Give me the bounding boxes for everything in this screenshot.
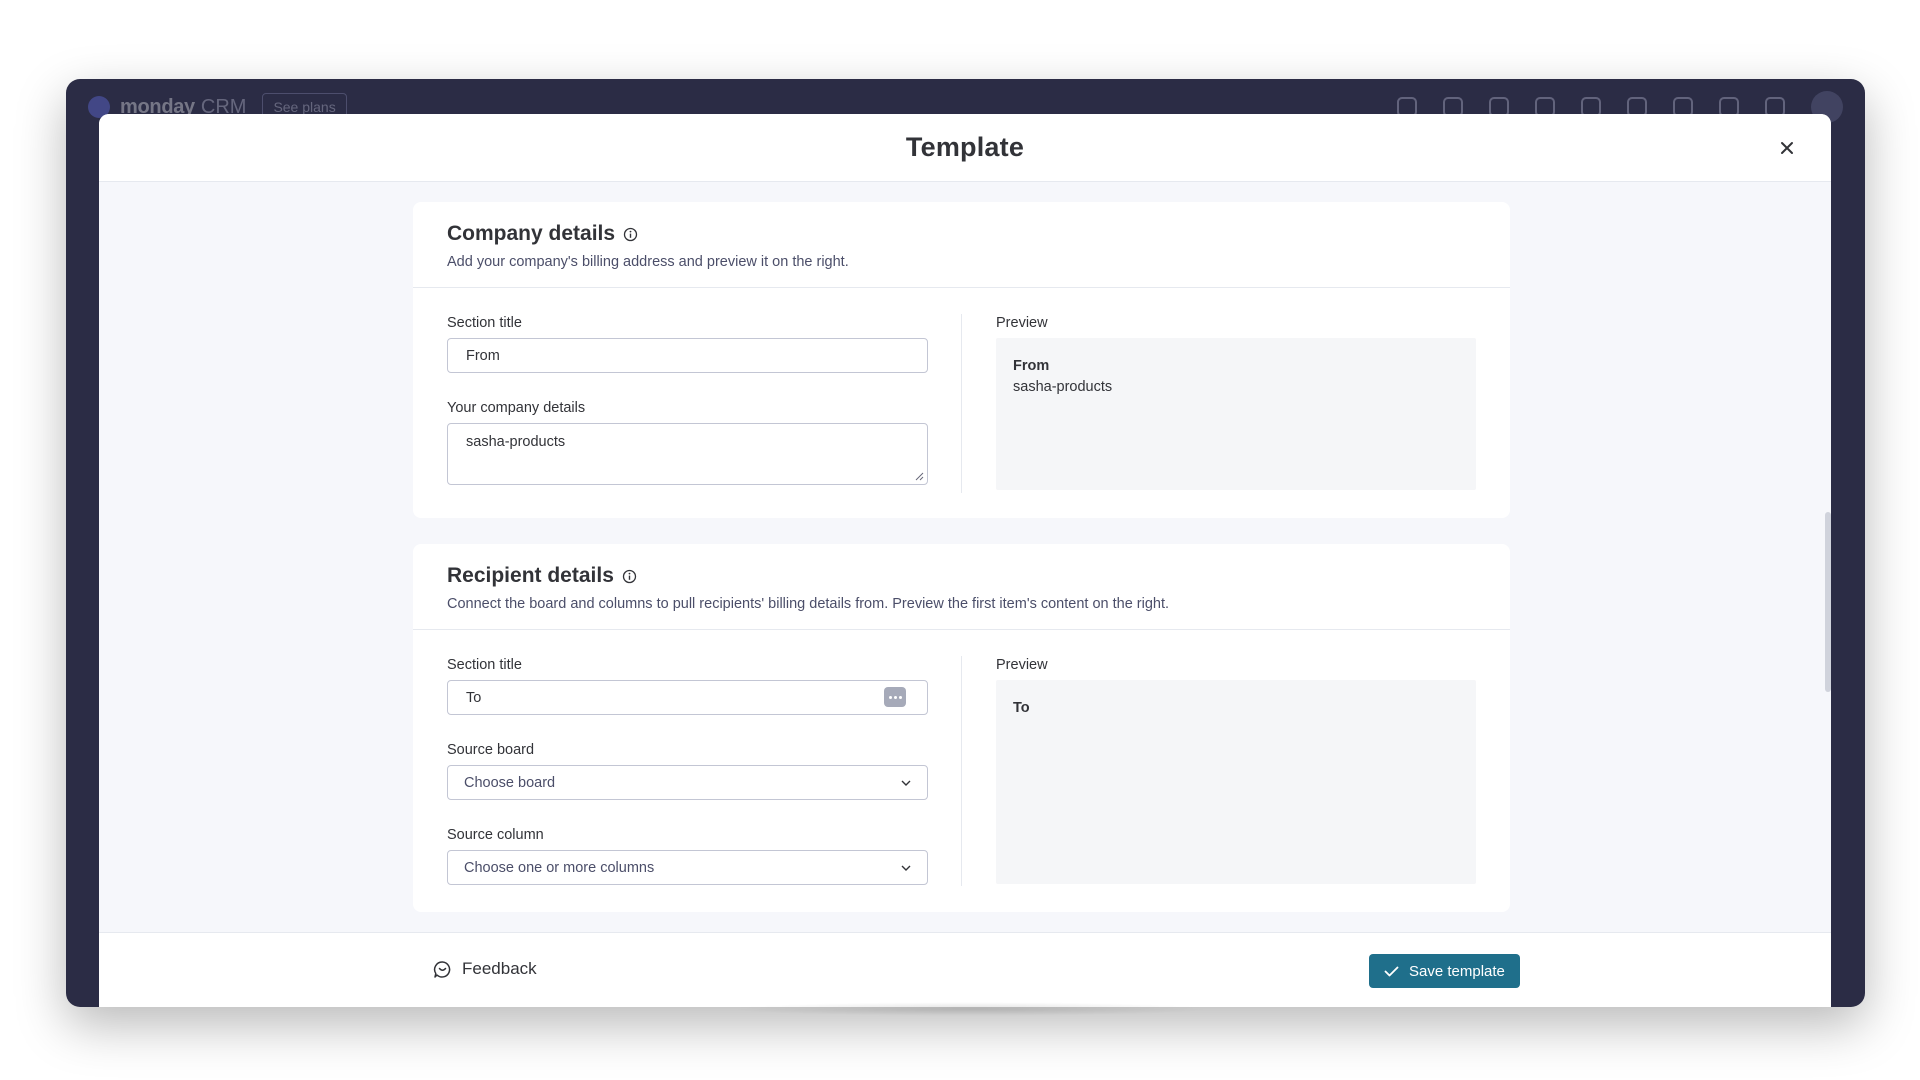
company-preview-heading: From — [1013, 358, 1050, 374]
modal-body[interactable]: Company details Add your company's billi… — [99, 182, 1831, 932]
recipient-section-title-wrapper: To — [447, 680, 928, 715]
recipient-details-title-row: Recipient details — [447, 564, 1476, 588]
modal-footer: Feedback Save template — [99, 932, 1831, 1007]
template-modal: Template Company details Add your compan… — [99, 114, 1831, 1007]
info-icon[interactable] — [622, 569, 637, 584]
feedback-icon — [433, 960, 451, 978]
company-details-textarea-value: sasha-products — [466, 434, 566, 450]
feedback-label: Feedback — [462, 959, 537, 978]
source-board-dropdown[interactable]: Choose board — [447, 765, 928, 800]
column-divider — [961, 656, 962, 886]
feedback-button[interactable]: Feedback — [433, 959, 537, 979]
more-options-button[interactable] — [884, 687, 906, 707]
section-title-label: Section title — [447, 315, 522, 331]
company-section-title-value: From — [466, 347, 500, 364]
company-details-title: Company details — [447, 222, 616, 245]
resize-handle-icon[interactable] — [915, 472, 924, 481]
company-details-subtitle: Add your company's billing address and p… — [447, 254, 849, 270]
recipient-preview-box: To — [996, 680, 1476, 884]
section-title-label: Section title — [447, 657, 522, 673]
recipient-details-subtitle: Connect the board and columns to pull re… — [447, 596, 1170, 612]
company-preview: Preview From sasha-products — [996, 315, 1476, 490]
check-icon — [1384, 966, 1399, 976]
dot-icon — [888, 695, 892, 699]
company-details-card: Company details Add your company's billi… — [413, 202, 1510, 518]
scrollbar-thumb[interactable] — [1825, 512, 1831, 692]
company-details-form: Section title From Your company details … — [447, 315, 928, 485]
preview-label: Preview — [996, 315, 1048, 331]
company-details-header: Company details Add your company's billi… — [413, 202, 1510, 288]
scrollbar[interactable] — [1825, 182, 1831, 932]
recipient-preview: Preview To — [996, 657, 1476, 884]
chevron-down-icon — [901, 865, 911, 871]
recipient-section-title-input[interactable]: To — [447, 680, 928, 715]
recipient-details-body: Section title To Source board Choose boa… — [413, 630, 1510, 912]
source-board-label: Source board — [447, 742, 535, 758]
recipient-details-card: Recipient details Connect the board and … — [413, 544, 1510, 912]
company-preview-line: sasha-products — [1013, 379, 1113, 395]
company-details-textarea[interactable]: sasha-products — [447, 423, 928, 485]
modal-title: Template — [905, 132, 1025, 162]
dot-icon — [898, 695, 902, 699]
modal-header: Template — [99, 114, 1831, 182]
company-preview-box: From sasha-products — [996, 338, 1476, 490]
close-icon — [1781, 142, 1793, 154]
company-details-field-label: Your company details — [447, 400, 586, 416]
save-template-label: Save template — [1409, 962, 1505, 980]
recipient-details-title: Recipient details — [447, 564, 614, 587]
info-icon[interactable] — [623, 227, 638, 242]
save-template-button[interactable]: Save template — [1369, 954, 1520, 988]
company-details-title-row: Company details — [447, 222, 1476, 246]
source-column-placeholder: Choose one or more columns — [464, 859, 655, 876]
see-plans-label: See plans — [273, 99, 336, 115]
chevron-down-icon — [901, 780, 911, 786]
company-details-body: Section title From Your company details … — [413, 288, 1510, 518]
shadow — [730, 1002, 1210, 1016]
source-column-dropdown[interactable]: Choose one or more columns — [447, 850, 928, 885]
source-column-label: Source column — [447, 827, 544, 843]
column-divider — [961, 314, 962, 493]
company-section-title-input[interactable]: From — [447, 338, 928, 373]
preview-label: Preview — [996, 657, 1048, 673]
recipient-section-title-value: To — [466, 689, 482, 706]
close-button[interactable] — [1773, 134, 1801, 162]
source-board-placeholder: Choose board — [464, 774, 556, 791]
recipient-details-header: Recipient details Connect the board and … — [413, 544, 1510, 630]
recipient-details-form: Section title To Source board Choose boa… — [447, 657, 928, 885]
dot-icon — [893, 695, 897, 699]
recipient-preview-heading: To — [1013, 700, 1030, 716]
